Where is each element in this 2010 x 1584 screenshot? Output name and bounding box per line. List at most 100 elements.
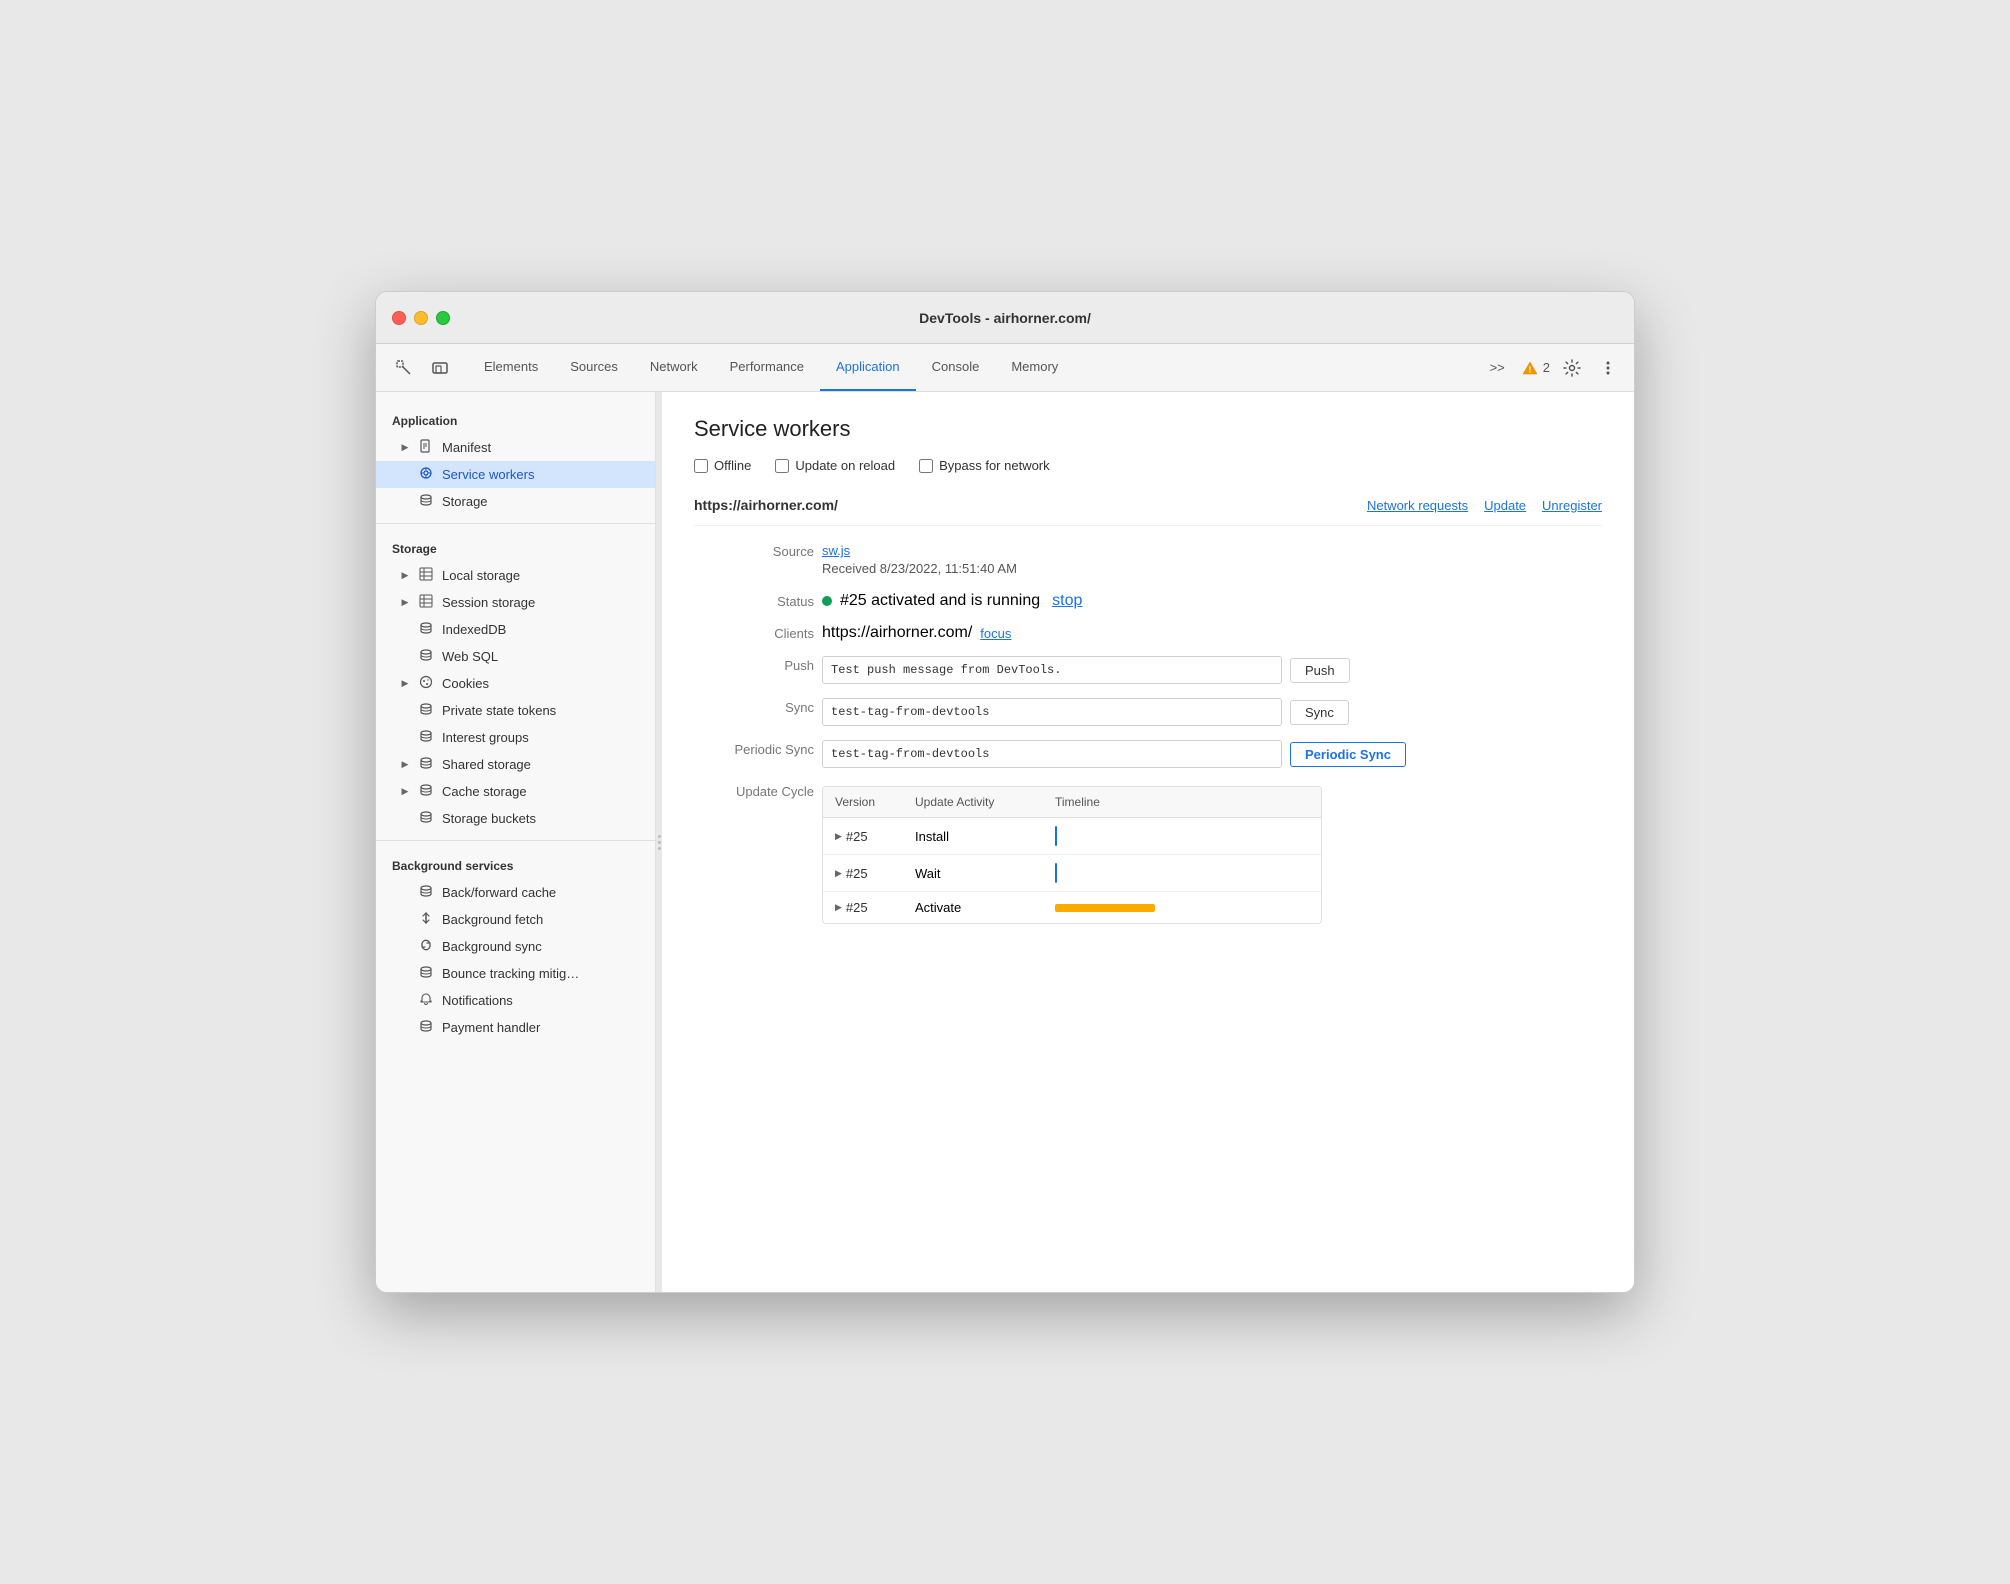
sidebar-item-service-workers[interactable]: ▶ Service workers: [376, 461, 655, 488]
offline-checkbox-label[interactable]: Offline: [694, 458, 751, 473]
sidebar-item-notifications[interactable]: ▶ Notifications: [376, 987, 655, 1014]
toolbar: Elements Sources Network Performance App…: [376, 344, 1634, 392]
warning-badge[interactable]: ! 2: [1521, 359, 1550, 377]
inspect-icon[interactable]: [388, 352, 420, 384]
sidebar-item-notifications-label: Notifications: [442, 993, 513, 1008]
expand-icon: ▶: [400, 598, 410, 608]
sidebar-item-payment-handler[interactable]: ▶ Payment handler: [376, 1014, 655, 1041]
clients-value: https://airhorner.com/ focus: [822, 624, 1602, 642]
resize-dot-1: [658, 835, 661, 838]
minimize-button[interactable]: [414, 311, 428, 325]
sidebar-item-shared-storage[interactable]: ▶ Shared storage: [376, 751, 655, 778]
sidebar-item-manifest[interactable]: ▶ Manifest: [376, 434, 655, 461]
device-icon[interactable]: [424, 352, 456, 384]
status-label: Status: [694, 592, 814, 609]
update-link[interactable]: Update: [1484, 498, 1526, 513]
toolbar-devtools-icons: [388, 352, 456, 384]
source-value: sw.js Received 8/23/2022, 11:51:40 AM: [822, 542, 1602, 578]
sync-button[interactable]: Sync: [1290, 700, 1349, 725]
status-text: #25 activated and is running: [840, 592, 1040, 610]
sw-actions: Network requests Update Unregister: [1367, 498, 1602, 513]
local-storage-icon: [418, 567, 434, 584]
network-requests-link[interactable]: Network requests: [1367, 498, 1468, 513]
header-version: Version: [835, 795, 915, 809]
offline-checkbox[interactable]: [694, 459, 708, 473]
warning-count: 2: [1543, 360, 1550, 375]
stop-link[interactable]: stop: [1052, 592, 1082, 610]
focus-link[interactable]: focus: [980, 626, 1011, 641]
sidebar-item-background-fetch-label: Background fetch: [442, 912, 543, 927]
expand-icon: ▶: [400, 787, 410, 797]
bypass-for-network-checkbox[interactable]: [919, 459, 933, 473]
sidebar-item-storage-buckets[interactable]: ▶ Storage buckets: [376, 805, 655, 832]
content-area: Service workers Offline Update on reload…: [662, 392, 1634, 1292]
background-fetch-icon: [418, 911, 434, 928]
web-sql-icon: [418, 648, 434, 665]
sidebar-item-backforward-cache[interactable]: ▶ Back/forward cache: [376, 879, 655, 906]
sidebar-item-backforward-cache-label: Back/forward cache: [442, 885, 556, 900]
more-tabs-button[interactable]: >>: [1482, 360, 1513, 375]
periodic-sync-input[interactable]: [822, 740, 1282, 768]
sidebar-item-background-fetch[interactable]: ▶ Background fetch: [376, 906, 655, 933]
maximize-button[interactable]: [436, 311, 450, 325]
sidebar-item-bounce-tracking-label: Bounce tracking mitig…: [442, 966, 579, 981]
sync-input[interactable]: [822, 698, 1282, 726]
sidebar-item-local-storage[interactable]: ▶ Local storage: [376, 562, 655, 589]
tab-elements[interactable]: Elements: [468, 344, 554, 391]
tab-memory[interactable]: Memory: [995, 344, 1074, 391]
tab-network[interactable]: Network: [634, 344, 714, 391]
sidebar-item-local-storage-label: Local storage: [442, 568, 520, 583]
svg-text:!: !: [1528, 365, 1531, 374]
periodic-sync-button[interactable]: Periodic Sync: [1290, 742, 1406, 767]
push-input[interactable]: [822, 656, 1282, 684]
checkboxes-row: Offline Update on reload Bypass for netw…: [694, 458, 1602, 473]
update-on-reload-checkbox[interactable]: [775, 459, 789, 473]
periodic-sync-row: Periodic Sync: [822, 740, 1602, 768]
more-options-icon[interactable]: [1594, 354, 1622, 382]
sidebar-item-web-sql[interactable]: ▶ Web SQL: [376, 643, 655, 670]
sidebar-item-indexeddb[interactable]: ▶ IndexedDB: [376, 616, 655, 643]
unregister-link[interactable]: Unregister: [1542, 498, 1602, 513]
tab-sources[interactable]: Sources: [554, 344, 634, 391]
sidebar-item-interest-groups[interactable]: ▶ Interest groups: [376, 724, 655, 751]
sidebar-item-payment-handler-label: Payment handler: [442, 1020, 540, 1035]
sidebar-item-bounce-tracking[interactable]: ▶ Bounce tracking mitig…: [376, 960, 655, 987]
bypass-for-network-checkbox-label[interactable]: Bypass for network: [919, 458, 1050, 473]
sidebar-item-cache-storage-label: Cache storage: [442, 784, 527, 799]
background-sync-icon: [418, 938, 434, 955]
close-button[interactable]: [392, 311, 406, 325]
sidebar-item-session-storage[interactable]: ▶ Session storage: [376, 589, 655, 616]
sidebar-item-storage[interactable]: ▶ Storage: [376, 488, 655, 515]
sidebar-item-private-state[interactable]: ▶ Private state tokens: [376, 697, 655, 724]
source-label: Source: [694, 542, 814, 559]
sw-url-row: https://airhorner.com/ Network requests …: [694, 497, 1602, 526]
cache-storage-icon: [418, 783, 434, 800]
update-cycle-row-install[interactable]: ▶ #25 Install: [823, 818, 1321, 855]
update-cycle-row-activate[interactable]: ▶ #25 Activate: [823, 892, 1321, 923]
header-timeline: Timeline: [1055, 795, 1309, 809]
expand-icon: ▶: [400, 571, 410, 581]
tab-console[interactable]: Console: [916, 344, 996, 391]
service-workers-icon: [418, 466, 434, 483]
manifest-icon: [418, 439, 434, 456]
interest-groups-icon: [418, 729, 434, 746]
private-state-icon: [418, 702, 434, 719]
traffic-lights: [392, 311, 450, 325]
storage-buckets-icon: [418, 810, 434, 827]
resize-dot-3: [658, 847, 661, 850]
update-cycle-table: Version Update Activity Timeline ▶ #25: [822, 786, 1322, 924]
resize-dot-2: [658, 841, 661, 844]
activity-line-install: [1055, 826, 1057, 846]
settings-icon[interactable]: [1558, 354, 1586, 382]
sidebar-item-cache-storage[interactable]: ▶ Cache storage: [376, 778, 655, 805]
update-cycle-row-wait[interactable]: ▶ #25 Wait: [823, 855, 1321, 892]
tab-performance[interactable]: Performance: [714, 344, 820, 391]
source-file-link[interactable]: sw.js: [822, 543, 850, 558]
sidebar: Application ▶ Manifest ▶: [376, 392, 656, 1292]
tab-application[interactable]: Application: [820, 344, 916, 391]
sidebar-item-background-sync[interactable]: ▶ Background sync: [376, 933, 655, 960]
status-dot: [822, 596, 832, 606]
sidebar-item-cookies[interactable]: ▶ Cookies: [376, 670, 655, 697]
update-on-reload-checkbox-label[interactable]: Update on reload: [775, 458, 895, 473]
push-button[interactable]: Push: [1290, 658, 1350, 683]
